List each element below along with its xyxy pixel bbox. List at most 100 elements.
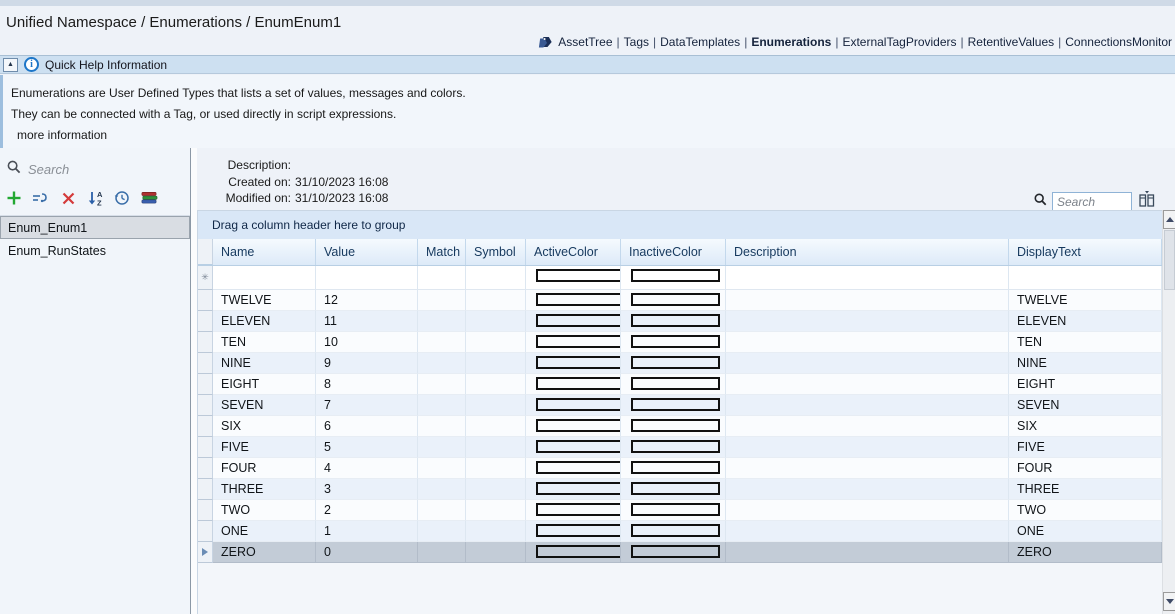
grid-cell[interactable]: 8 [316, 374, 418, 395]
grid-cell[interactable] [418, 353, 466, 374]
inactive-color-swatch[interactable] [631, 461, 720, 474]
active-color-swatch[interactable] [536, 293, 621, 306]
grid-cell[interactable] [526, 542, 621, 563]
inactive-color-swatch[interactable] [631, 356, 720, 369]
grid-cell[interactable] [526, 437, 621, 458]
grid-cell[interactable] [621, 500, 726, 521]
grid-cell[interactable] [621, 458, 726, 479]
nav-item-tags[interactable]: Tags [624, 35, 649, 49]
inactive-color-swatch[interactable] [631, 503, 720, 516]
active-color-swatch[interactable] [536, 269, 621, 282]
grid-cell[interactable] [526, 266, 621, 290]
table-row[interactable]: FOUR4FOUR [198, 458, 1162, 479]
grid-cell[interactable] [526, 458, 621, 479]
inactive-color-swatch[interactable] [631, 545, 720, 558]
grid-cell[interactable] [621, 416, 726, 437]
grid-cell[interactable]: FOUR [1009, 458, 1162, 479]
grid-cell[interactable]: 0 [316, 542, 418, 563]
grid-cell[interactable]: SEVEN [213, 395, 316, 416]
grid-cell[interactable] [621, 266, 726, 290]
grid-cell[interactable]: ONE [213, 521, 316, 542]
nav-item-datatemplates[interactable]: DataTemplates [660, 35, 740, 49]
grid-cell[interactable] [526, 395, 621, 416]
grid-cell[interactable]: 11 [316, 311, 418, 332]
grid-cell[interactable] [726, 353, 1009, 374]
grid-cell[interactable]: 1 [316, 521, 418, 542]
active-color-swatch[interactable] [536, 356, 621, 369]
column-header-description[interactable]: Description [726, 239, 1009, 265]
table-row[interactable]: EIGHT8EIGHT [198, 374, 1162, 395]
grid-cell[interactable]: FIVE [213, 437, 316, 458]
grid-cell[interactable] [526, 311, 621, 332]
grid-cell[interactable]: THREE [213, 479, 316, 500]
inactive-color-swatch[interactable] [631, 419, 720, 432]
column-header-displaytext[interactable]: DisplayText [1009, 239, 1162, 265]
grid-cell[interactable] [526, 416, 621, 437]
inactive-color-swatch[interactable] [631, 269, 720, 282]
active-color-swatch[interactable] [536, 545, 621, 558]
grid-cell[interactable]: TEN [213, 332, 316, 353]
grid-cell[interactable] [726, 395, 1009, 416]
grid-cell[interactable] [726, 311, 1009, 332]
grid-cell[interactable] [466, 266, 526, 290]
table-row[interactable]: SEVEN7SEVEN [198, 395, 1162, 416]
inactive-color-swatch[interactable] [631, 335, 720, 348]
grid-cell[interactable] [466, 437, 526, 458]
grid-cell[interactable]: ELEVEN [1009, 311, 1162, 332]
collapse-help-button[interactable]: ▲ [3, 58, 18, 72]
grid-cell[interactable] [621, 353, 726, 374]
grid-cell[interactable] [621, 374, 726, 395]
grid-cell[interactable] [418, 311, 466, 332]
inactive-color-swatch[interactable] [631, 377, 720, 390]
grid-cell[interactable] [526, 374, 621, 395]
inactive-color-swatch[interactable] [631, 293, 720, 306]
grid-new-row[interactable]: ✳ [198, 266, 1162, 290]
scroll-up-button[interactable] [1163, 210, 1175, 229]
nav-item-enumerations[interactable]: Enumerations [751, 35, 831, 49]
grid-cell[interactable] [466, 479, 526, 500]
active-color-swatch[interactable] [536, 482, 621, 495]
rename-icon[interactable] [32, 189, 50, 207]
active-color-swatch[interactable] [536, 335, 621, 348]
column-header-value[interactable]: Value [316, 239, 418, 265]
group-by-panel[interactable]: Drag a column header here to group [198, 211, 1162, 239]
grid-cell[interactable] [726, 458, 1009, 479]
inactive-color-swatch[interactable] [631, 314, 720, 327]
delete-icon[interactable] [59, 189, 77, 207]
grid-cell[interactable] [418, 290, 466, 311]
grid-cell[interactable] [621, 311, 726, 332]
inactive-color-swatch[interactable] [631, 440, 720, 453]
grid-cell[interactable] [526, 332, 621, 353]
grid-cell[interactable] [466, 521, 526, 542]
active-color-swatch[interactable] [536, 503, 621, 516]
grid-cell[interactable]: 4 [316, 458, 418, 479]
grid-cell[interactable] [418, 500, 466, 521]
nav-item-externaltagproviders[interactable]: ExternalTagProviders [842, 35, 956, 49]
active-color-swatch[interactable] [536, 314, 621, 327]
grid-cell[interactable]: FOUR [213, 458, 316, 479]
grid-cell[interactable]: 6 [316, 416, 418, 437]
grid-cell[interactable] [213, 266, 316, 290]
grid-cell[interactable] [726, 479, 1009, 500]
grid-cell[interactable] [726, 266, 1009, 290]
grid-cell[interactable] [621, 479, 726, 500]
grid-cell[interactable] [466, 416, 526, 437]
grid-cell[interactable] [418, 266, 466, 290]
grid-cell[interactable] [418, 437, 466, 458]
grid-cell[interactable] [526, 479, 621, 500]
grid-cell[interactable]: 7 [316, 395, 418, 416]
grid-cell[interactable] [466, 374, 526, 395]
table-row[interactable]: ZERO0ZERO [198, 542, 1162, 563]
grid-cell[interactable] [418, 479, 466, 500]
grid-cell[interactable]: 2 [316, 500, 418, 521]
grid-cell[interactable]: FIVE [1009, 437, 1162, 458]
grid-cell[interactable]: SIX [1009, 416, 1162, 437]
grid-cell[interactable] [418, 332, 466, 353]
grid-search-input[interactable] [1052, 192, 1132, 212]
grid-cell[interactable] [726, 521, 1009, 542]
more-information-link[interactable]: more information [11, 125, 1175, 146]
table-row[interactable]: ELEVEN11ELEVEN [198, 311, 1162, 332]
grid-cell[interactable] [726, 290, 1009, 311]
grid-cell[interactable] [466, 458, 526, 479]
nav-item-assettree[interactable]: AssetTree [558, 35, 612, 49]
